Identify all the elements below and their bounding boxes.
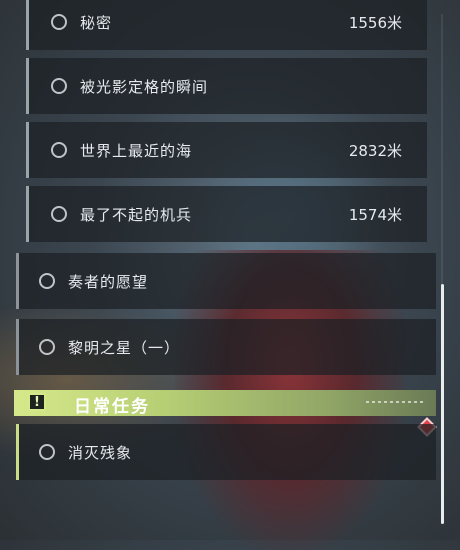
quest-item-bar (26, 186, 29, 242)
exclamation-icon: ! (28, 393, 46, 411)
quest-distance: 1556米 (348, 13, 402, 32)
quest-item-secret[interactable]: 秘密 1556米 (26, 0, 427, 50)
quest-title: 世界上最近的海 (80, 141, 193, 160)
quest-item-nearest-sea[interactable]: 世界上最近的海 2832米 (26, 122, 427, 178)
quest-item-eliminate-remnant[interactable]: 消灭残象 (16, 424, 436, 480)
quest-distance: 1574米 (348, 205, 402, 224)
daily-quests-header[interactable]: ! 日常任务 (14, 390, 436, 417)
quest-item-bar (16, 424, 19, 480)
quest-title: 秘密 (80, 13, 113, 32)
quest-radio-icon[interactable] (51, 142, 67, 158)
quest-item-great-mech[interactable]: 最了不起的机兵 1574米 (26, 186, 427, 242)
quest-item-bar (26, 122, 29, 178)
daily-quests-title: 日常任务 (74, 397, 150, 417)
quest-item-performer-wish[interactable]: 奏者的愿望 (16, 253, 436, 309)
quest-title: 消灭残象 (68, 443, 133, 462)
quest-title: 奏者的愿望 (68, 272, 149, 291)
quest-title: 黎明之星（一） (68, 338, 181, 357)
quest-item-bar (16, 253, 19, 309)
quest-item-dawn-star[interactable]: 黎明之星（一） (16, 319, 436, 375)
quest-radio-icon[interactable] (39, 339, 55, 355)
quest-item-frozen-moment[interactable]: 被光影定格的瞬间 (26, 58, 427, 114)
quest-radio-icon[interactable] (51, 78, 67, 94)
quest-distance: 2832米 (348, 141, 402, 160)
quest-radio-icon[interactable] (51, 14, 67, 30)
quest-radio-icon[interactable] (39, 273, 55, 289)
quest-radio-icon[interactable] (51, 206, 67, 222)
quest-item-bar (26, 0, 29, 50)
quest-title: 最了不起的机兵 (80, 205, 193, 224)
scrollbar-thumb[interactable] (441, 284, 444, 524)
quest-item-bar (26, 58, 29, 114)
quest-item-bar (16, 319, 19, 375)
header-decoration (366, 401, 426, 403)
quest-radio-icon[interactable] (39, 444, 55, 460)
quest-title: 被光影定格的瞬间 (80, 77, 209, 96)
